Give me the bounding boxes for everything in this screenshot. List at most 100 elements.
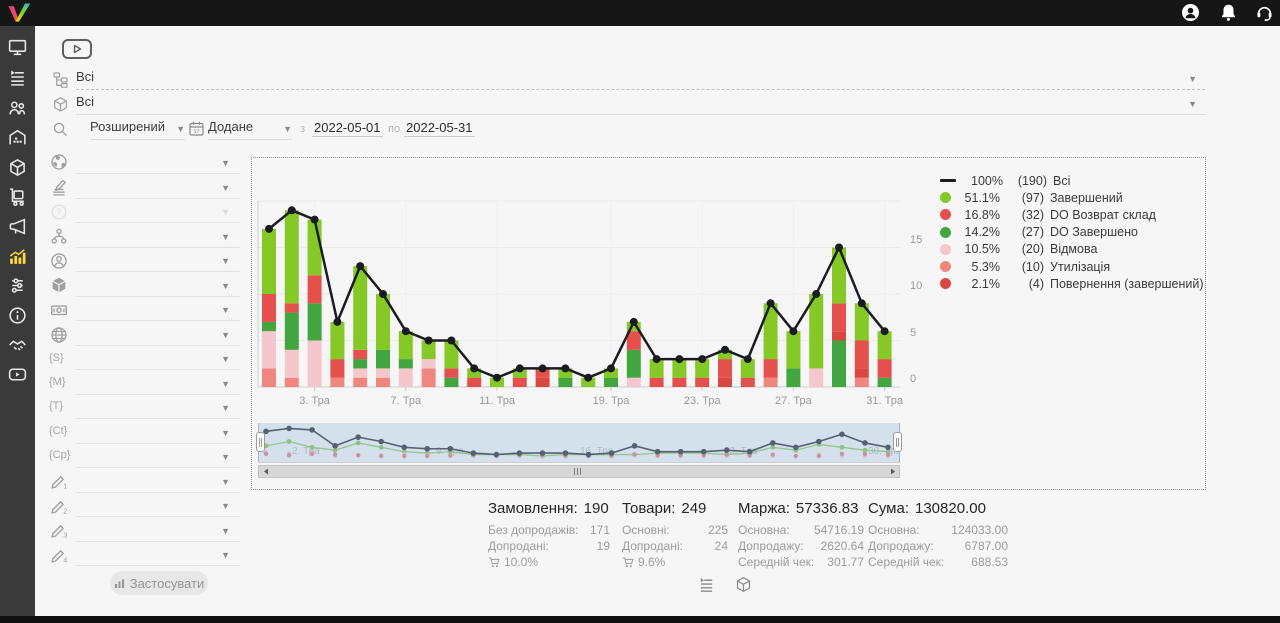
pencil-2-icon: 2: [50, 497, 68, 515]
stat-upsell-pct: 9.6%: [638, 554, 665, 570]
legend-row-zavershenyi[interactable]: 51.1%(97)Завершений: [940, 189, 1204, 206]
sidebar-item-video[interactable]: [7, 364, 28, 385]
chart-scrollbar[interactable]: [258, 465, 900, 478]
navigator-selection[interactable]: [258, 423, 900, 462]
filter-select-payment[interactable]: ▼: [76, 299, 240, 321]
sidebar-nav: [0, 26, 35, 616]
stat-orders-value: 190: [584, 500, 609, 517]
y-axis-tick-5: 5: [910, 327, 936, 339]
video-tutorial-button[interactable]: [62, 39, 92, 59]
play-icon: [72, 44, 82, 54]
y-axis-tick-15: 15: [910, 234, 936, 246]
filter-select-utm-medium[interactable]: ▼: [76, 373, 240, 395]
legend-row-utylizatsiia[interactable]: 5.3%(10)Утилізація: [940, 258, 1204, 275]
date-type-select[interactable]: Додане ▼: [208, 118, 292, 140]
stat-row: Допродажу:6787.00: [868, 538, 1008, 554]
sidebar-item-products[interactable]: [7, 157, 28, 178]
stat-products: Товари:249 Основні:225 Допродані:24 9.6%: [622, 500, 728, 570]
stat-row: Середній чек:301.77: [738, 554, 864, 570]
category-filter-select[interactable]: Всі ▼: [76, 68, 1205, 90]
orders-stacked-bar-chart[interactable]: 3. Тра7. Тра11. Тра19. Тра23. Тра27. Тра…: [256, 161, 916, 411]
sidebar-item-partners[interactable]: [7, 334, 28, 355]
stat-row: Допродані:24: [622, 538, 728, 554]
person-circle-icon: [50, 252, 68, 270]
brace-t-icon: {T}: [49, 400, 67, 418]
search-mode-select[interactable]: Розширений ▼: [90, 118, 185, 140]
scrollbar-grip[interactable]: [574, 468, 581, 475]
filter-select-custom-4[interactable]: ▼: [76, 544, 240, 566]
sidebar-item-marketing[interactable]: [7, 216, 28, 237]
scroll-left-icon[interactable]: [259, 466, 272, 477]
app-logo-icon[interactable]: [6, 2, 32, 24]
cart-icon: [622, 557, 634, 568]
svg-text:4: 4: [63, 555, 67, 564]
legend-row-povernennia[interactable]: 2.1%(4)Повернення (завершений): [940, 275, 1204, 292]
filter-select-country[interactable]: ▼: [76, 152, 240, 174]
filter-select-utm-term[interactable]: ▼: [76, 397, 240, 419]
date-from-label: з: [300, 123, 305, 135]
chevron-down-icon: ▼: [176, 124, 185, 134]
banknote-icon: [50, 301, 68, 319]
filter-select-disabled[interactable]: ▼: [76, 201, 240, 223]
filter-select-custom-3[interactable]: ▼: [76, 520, 240, 542]
chart-navigator[interactable]: 2. Тра9. Тра16. Тра23. Тра30. Тра: [258, 423, 900, 463]
support-headset-icon[interactable]: [1255, 3, 1274, 22]
svg-text:2: 2: [63, 506, 67, 515]
stat-orders: Замовлення:190 Без допродажів:171 Допрод…: [488, 500, 610, 570]
navigator-right-handle[interactable]: [893, 432, 902, 452]
statuses-view-icon[interactable]: [697, 575, 716, 594]
legend-row-do-zaversheno[interactable]: 14.2%(27)DO Завершено: [940, 224, 1204, 241]
search-icon: [52, 121, 69, 138]
filter-select-web[interactable]: ▼: [76, 324, 240, 346]
product-filter-select[interactable]: Всі ▼: [76, 93, 1205, 115]
svg-text:19. Тра: 19. Тра: [593, 395, 631, 407]
category-tree-icon: [52, 71, 69, 88]
sidebar-item-dashboard[interactable]: [7, 37, 28, 58]
sidebar-item-info[interactable]: [7, 305, 28, 326]
navigator-left-handle[interactable]: [256, 432, 265, 452]
filter-select-custom-2[interactable]: ▼: [76, 495, 240, 517]
sidebar-item-analytics[interactable]: [7, 246, 28, 267]
chevron-down-icon: ▼: [1188, 74, 1197, 84]
sidebar-item-automation[interactable]: [7, 275, 28, 296]
user-icon[interactable]: [1181, 3, 1200, 22]
legend-row-do-vozvrat[interactable]: 16.8%(32)DO Возврат склад: [940, 206, 1204, 223]
filter-select-utm-source[interactable]: ▼: [76, 348, 240, 370]
pencil-1-icon: 1: [50, 472, 68, 490]
apply-button-label: Застосувати: [130, 576, 205, 591]
legend-row-vidmova[interactable]: 10.5%(20)Відмова: [940, 241, 1204, 258]
bell-icon[interactable]: [1219, 3, 1238, 22]
date-from-input[interactable]: 2022-05-01: [312, 120, 383, 137]
top-bar: [0, 0, 1280, 26]
svg-text:1: 1: [63, 481, 67, 490]
svg-text:11. Тра: 11. Тра: [479, 395, 516, 407]
filter-select-utm-campaign[interactable]: ▼: [76, 446, 240, 468]
stat-row: Без допродажів:171: [488, 522, 610, 538]
date-to-input[interactable]: 2022-05-31: [404, 120, 475, 137]
scroll-right-icon[interactable]: [886, 466, 899, 477]
stat-row: Основні:225: [622, 522, 728, 538]
chart-panel: 3. Тра7. Тра11. Тра19. Тра23. Тра27. Тра…: [251, 157, 1206, 490]
legend-row-vsi[interactable]: 100%(190)Всі: [940, 172, 1204, 189]
apply-button[interactable]: Застосувати: [110, 571, 208, 595]
filter-select-source[interactable]: ▼: [76, 177, 240, 199]
brace-ct-icon: {Ct}: [49, 425, 67, 443]
products-view-icon[interactable]: [734, 575, 753, 594]
filter-select-custom-1[interactable]: ▼: [76, 471, 240, 493]
brace-m-icon: {M}: [49, 376, 67, 394]
filter-select-structure[interactable]: ▼: [76, 226, 240, 248]
product-box-icon: [52, 96, 69, 113]
filter-select-product[interactable]: ▼: [76, 275, 240, 297]
filter-select-manager[interactable]: ▼: [76, 250, 240, 272]
dot-marker-icon: [940, 278, 951, 289]
sidebar-item-warehouse[interactable]: [7, 127, 28, 148]
sidebar-item-orders[interactable]: [7, 67, 28, 88]
sidebar-item-purchases[interactable]: [7, 186, 28, 207]
y-axis-tick-10: 10: [910, 280, 936, 292]
cart-icon: [488, 557, 500, 568]
sidebar-item-customers[interactable]: [7, 97, 28, 118]
svg-text:17: 17: [193, 129, 199, 135]
dot-marker-icon: [940, 209, 951, 220]
filter-select-utm-content[interactable]: ▼: [76, 422, 240, 444]
dot-marker-icon: [940, 261, 951, 272]
